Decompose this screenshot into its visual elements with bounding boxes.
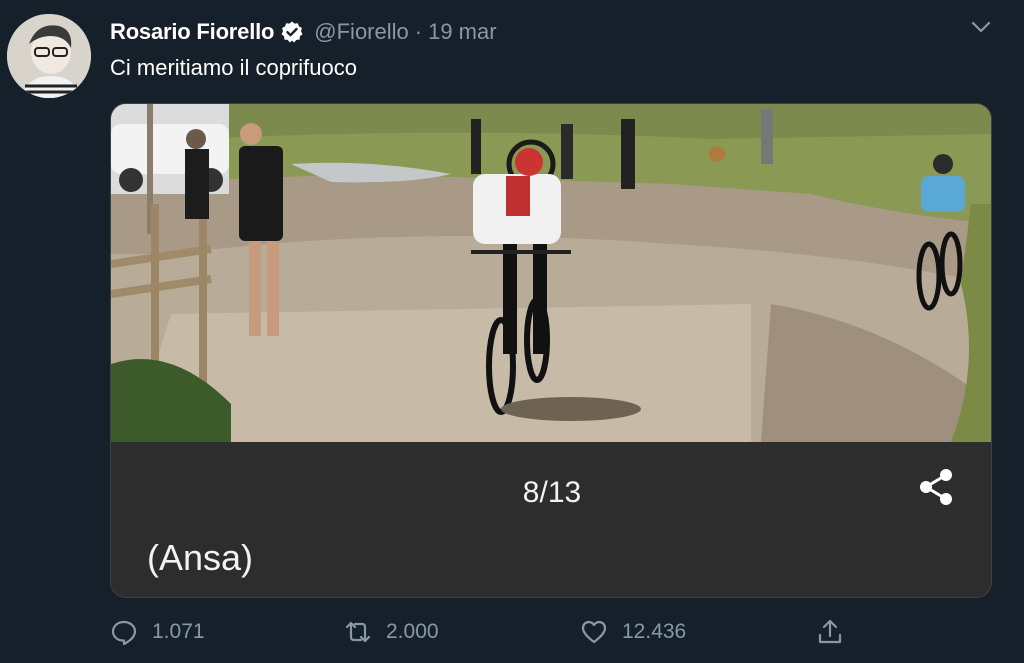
- avatar[interactable]: [7, 14, 91, 98]
- tweet-date[interactable]: 19 mar: [428, 19, 496, 45]
- share-icon[interactable]: [915, 465, 959, 509]
- tweet-text: Ci meritiamo il coprifuoco: [110, 55, 357, 80]
- reply-count: 1.071: [152, 620, 205, 643]
- retweet-button[interactable]: 2.000: [344, 617, 439, 647]
- retweet-count: 2.000: [386, 620, 439, 643]
- media-caption: (Ansa): [147, 537, 254, 578]
- separator-dot: ·: [414, 19, 423, 44]
- share-tweet-button[interactable]: [816, 617, 844, 647]
- reply-icon: [111, 620, 137, 646]
- author-handle[interactable]: @Fiorello: [314, 19, 408, 45]
- chevron-down-icon[interactable]: [968, 14, 994, 40]
- slide-counter: 8/13: [522, 476, 582, 509]
- verified-badge-icon: [280, 20, 304, 44]
- photo-cyclist-park[interactable]: [111, 104, 992, 442]
- reply-button[interactable]: 1.071: [110, 617, 205, 647]
- tweet-actions: 1.071 2.000 12.436: [110, 617, 850, 647]
- like-count: 12.436: [622, 620, 687, 643]
- avatar-image: [7, 14, 91, 98]
- retweet-icon: [345, 621, 371, 643]
- heart-icon: [581, 620, 607, 644]
- upload-icon: [818, 619, 842, 644]
- tweet-header: Rosario Fiorello @Fiorello · 19 mar: [110, 17, 497, 47]
- media-card[interactable]: 8/13 (Ansa): [110, 103, 992, 598]
- like-button[interactable]: 12.436: [580, 617, 686, 647]
- author-name[interactable]: Rosario Fiorello: [110, 19, 274, 45]
